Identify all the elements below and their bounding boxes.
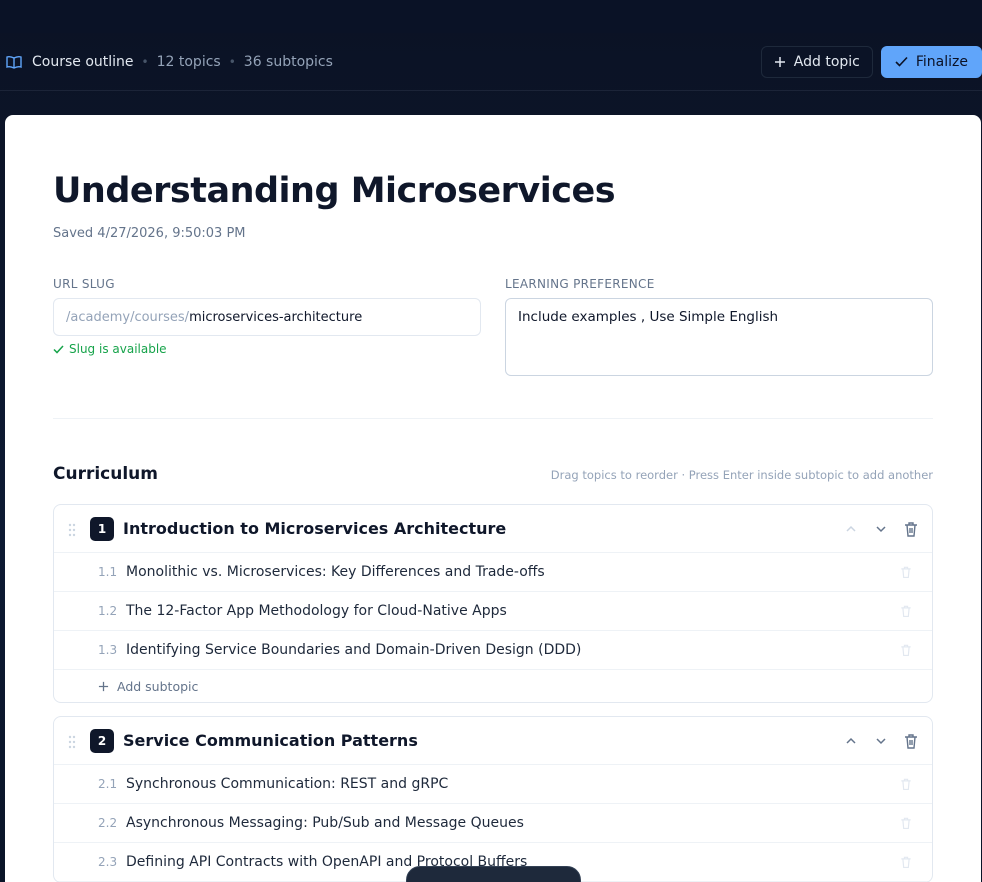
plus-icon	[774, 56, 786, 68]
subtopic-title[interactable]: Asynchronous Messaging: Pub/Sub and Mess…	[126, 815, 899, 831]
subtopic-title[interactable]: Monolithic vs. Microservices: Key Differ…	[126, 564, 899, 580]
header-info: Course outline • 12 topics • 36 subtopic…	[6, 54, 333, 70]
add-topic-label: Add topic	[793, 53, 860, 70]
topic-number: 2	[90, 728, 114, 753]
drag-handle-icon[interactable]	[68, 522, 76, 536]
slug-prefix: /academy/courses/	[66, 309, 190, 325]
trash-icon[interactable]	[902, 520, 920, 538]
slug-status: Slug is available	[53, 342, 167, 356]
chevron-up-icon[interactable]	[842, 732, 860, 750]
trash-icon[interactable]	[899, 855, 913, 869]
divider	[53, 418, 933, 419]
separator-dot: •	[141, 54, 149, 69]
trash-icon[interactable]	[902, 732, 920, 750]
subtopic-row: 2.1 Synchronous Communication: REST and …	[54, 765, 932, 804]
topic-card: 1 Introduction to Microservices Architec…	[53, 504, 933, 703]
subtopic-count: 36 subtopics	[243, 53, 333, 70]
top-band	[0, 0, 982, 33]
slug-label: URL SLUG	[53, 277, 115, 291]
subtopic-row: 2.2 Asynchronous Messaging: Pub/Sub and …	[54, 804, 932, 843]
check-icon	[895, 56, 908, 67]
finalize-button[interactable]: Finalize	[880, 45, 982, 78]
plus-icon	[98, 681, 109, 692]
curriculum-hint: Drag topics to reorder · Press Enter ins…	[550, 468, 933, 482]
saved-timestamp: Saved 4/27/2026, 9:50:03 PM	[53, 226, 246, 241]
trash-icon[interactable]	[899, 565, 913, 579]
subtopic-title[interactable]: Synchronous Communication: REST and gRPC	[126, 776, 899, 792]
topic-controls	[842, 520, 920, 538]
slug-status-text: Slug is available	[69, 342, 167, 356]
topic-card: 2 Service Communication Patterns 2.1 Syn…	[53, 716, 933, 882]
top-header: Course outline • 12 topics • 36 subtopic…	[0, 33, 982, 91]
topic-header: 1 Introduction to Microservices Architec…	[54, 505, 932, 553]
trash-icon[interactable]	[899, 643, 913, 657]
topic-number: 1	[90, 516, 114, 541]
subtopic-number: 1.1	[98, 565, 118, 579]
subtopic-number: 2.2	[98, 816, 118, 830]
add-subtopic-label: Add subtopic	[117, 678, 199, 694]
slug-input[interactable]: /academy/courses/ microservices-architec…	[53, 298, 481, 336]
check-icon	[53, 344, 64, 354]
finalize-label: Finalize	[915, 53, 968, 70]
topic-title[interactable]: Service Communication Patterns	[123, 731, 842, 750]
trash-icon[interactable]	[899, 604, 913, 618]
course-card: Understanding Microservices Saved 4/27/2…	[5, 115, 981, 882]
chevron-down-icon[interactable]	[872, 732, 890, 750]
add-subtopic-button[interactable]: Add subtopic	[54, 670, 932, 702]
subtopic-row: 1.3 Identifying Service Boundaries and D…	[54, 631, 932, 670]
topic-title[interactable]: Introduction to Microservices Architectu…	[123, 519, 842, 538]
floating-toolbar[interactable]	[406, 866, 581, 882]
subtopic-row: 1.1 Monolithic vs. Microservices: Key Di…	[54, 553, 932, 592]
subtopic-number: 2.1	[98, 777, 118, 791]
curriculum-title: Curriculum	[53, 464, 158, 484]
drag-handle-icon[interactable]	[68, 734, 76, 748]
topic-count: 12 topics	[156, 53, 221, 70]
add-topic-button[interactable]: Add topic	[760, 45, 873, 78]
subtopic-title[interactable]: Identifying Service Boundaries and Domai…	[126, 642, 899, 658]
book-open-icon	[6, 55, 22, 69]
trash-icon[interactable]	[899, 777, 913, 791]
header-title: Course outline	[32, 53, 134, 70]
subtopic-number: 1.3	[98, 643, 118, 657]
subtopic-row: 1.2 The 12-Factor App Methodology for Cl…	[54, 592, 932, 631]
slug-value: microservices-architecture	[189, 309, 363, 325]
chevron-up-icon[interactable]	[842, 520, 860, 538]
trash-icon[interactable]	[899, 816, 913, 830]
subtopic-title[interactable]: The 12-Factor App Methodology for Cloud-…	[126, 603, 899, 619]
separator-dot: •	[228, 54, 236, 69]
topic-controls	[842, 732, 920, 750]
preference-textarea[interactable]: Include examples , Use Simple English	[505, 298, 933, 376]
preference-label: LEARNING PREFERENCE	[505, 277, 655, 291]
subtopic-number: 2.3	[98, 855, 118, 869]
chevron-down-icon[interactable]	[872, 520, 890, 538]
course-title[interactable]: Understanding Microservices	[53, 171, 616, 211]
topic-header: 2 Service Communication Patterns	[54, 717, 932, 765]
subtopic-number: 1.2	[98, 604, 118, 618]
header-actions: Add topic Finalize	[760, 45, 982, 78]
